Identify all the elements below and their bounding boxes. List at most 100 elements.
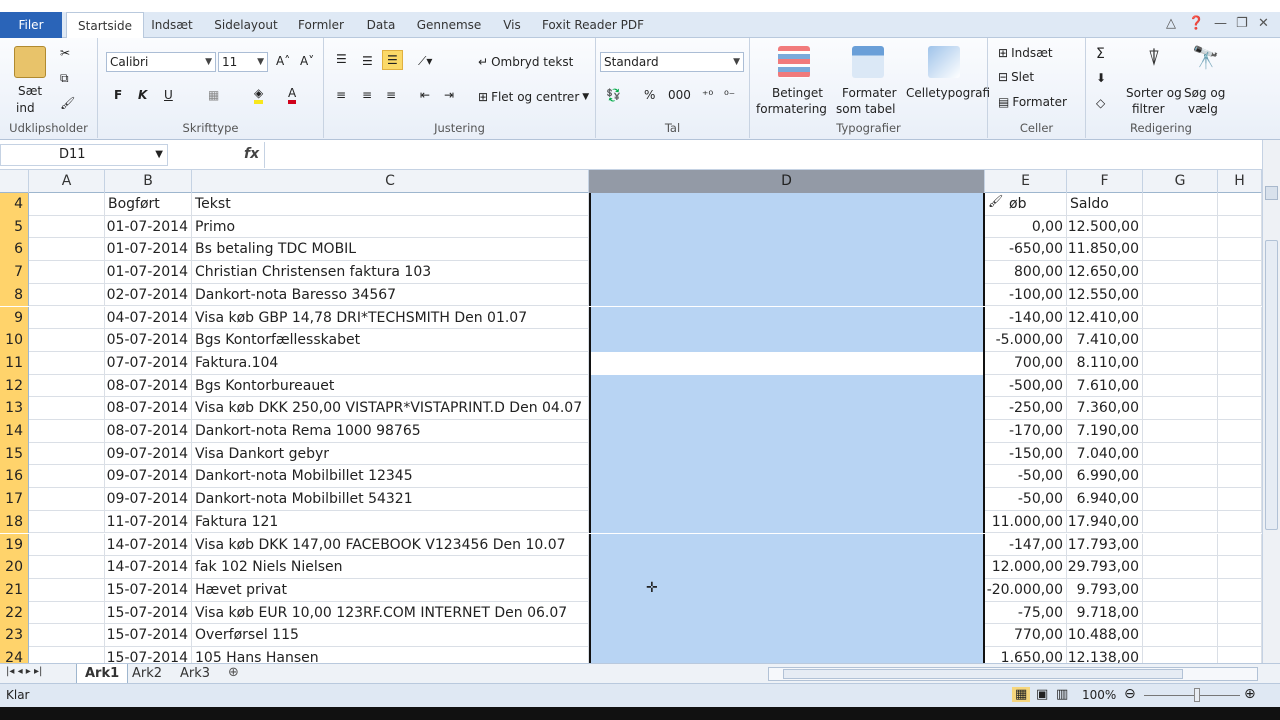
cell-e[interactable]: -50,00 xyxy=(985,465,1067,489)
cell-g[interactable] xyxy=(1143,442,1218,466)
cell-d[interactable] xyxy=(589,238,985,262)
shrink-font-icon[interactable]: A˅ xyxy=(300,54,314,68)
cell-b[interactable]: 01-07-2014 xyxy=(105,261,192,284)
find-select-icon[interactable]: 🔭 xyxy=(1190,46,1222,78)
cell-d[interactable] xyxy=(589,397,985,420)
cell-c[interactable]: Visa køb EUR 10,00 123RF.COM INTERNET De… xyxy=(192,601,589,625)
cell-d[interactable] xyxy=(589,351,985,375)
number-format-select[interactable]: Standard ▼ xyxy=(600,52,744,72)
row-header[interactable]: 23 xyxy=(0,624,29,647)
currency-icon[interactable]: 💱 xyxy=(606,88,621,102)
cell-d[interactable] xyxy=(589,374,985,398)
font-name-select[interactable]: Calibri ▼ xyxy=(106,52,216,72)
cell-b[interactable]: 05-07-2014 xyxy=(105,329,192,352)
row-header[interactable]: 14 xyxy=(0,420,29,443)
zoom-level[interactable]: 100% xyxy=(1082,688,1116,702)
cell-g[interactable] xyxy=(1143,510,1218,534)
cell-b[interactable]: Bogført xyxy=(105,193,192,216)
cell-e[interactable]: -150,00 xyxy=(985,442,1067,466)
cell-g[interactable] xyxy=(1143,578,1218,602)
cell-e[interactable]: -500,00 xyxy=(985,374,1067,398)
cell-g[interactable] xyxy=(1143,420,1218,443)
cell-h[interactable] xyxy=(1218,647,1262,663)
format-cells-button[interactable]: ▤ Formater xyxy=(998,95,1067,109)
cell-h[interactable] xyxy=(1218,488,1262,511)
zoom-slider-handle[interactable] xyxy=(1194,688,1200,702)
cut-icon[interactable]: ✂ xyxy=(60,46,70,60)
cell-f[interactable]: 7.190,00 xyxy=(1067,420,1143,443)
select-all-corner[interactable] xyxy=(0,170,29,193)
row-header[interactable]: 8 xyxy=(0,283,29,307)
cell-b[interactable]: 15-07-2014 xyxy=(105,601,192,625)
format-painter-icon[interactable]: 🖌 xyxy=(60,96,75,110)
italic-button[interactable]: K xyxy=(138,88,147,102)
cell-a[interactable] xyxy=(29,397,105,420)
cell-e[interactable]: -170,00 xyxy=(985,420,1067,443)
restore-icon[interactable]: ❐ xyxy=(1236,16,1248,31)
cell-e[interactable]: -650,00 xyxy=(985,238,1067,262)
cell-g[interactable] xyxy=(1143,556,1218,579)
zoom-in-icon[interactable]: ⊕ xyxy=(1244,686,1256,702)
cell-a[interactable] xyxy=(29,306,105,330)
cell-styles-icon[interactable] xyxy=(928,46,960,78)
cell-c[interactable]: Visa køb DKK 250,00 VISTAPR*VISTAPRINT.D… xyxy=(192,397,589,420)
cell-g[interactable] xyxy=(1143,329,1218,352)
formula-input[interactable] xyxy=(264,142,1260,168)
cell-f[interactable]: 7.360,00 xyxy=(1067,397,1143,420)
cell-c[interactable]: Bgs Kontorfællesskabet xyxy=(192,329,589,352)
tab-nav-icons[interactable]: |◂ ◂ ▸ ▸| xyxy=(6,666,42,677)
row-header[interactable]: 7 xyxy=(0,261,29,284)
cell-d[interactable] xyxy=(589,601,985,625)
cell-f[interactable]: 9.718,00 xyxy=(1067,601,1143,625)
tab-formler[interactable]: Formler xyxy=(292,12,350,38)
cell-c[interactable]: fak 102 Niels Nielsen xyxy=(192,556,589,579)
row-header[interactable]: 15 xyxy=(0,442,29,466)
cell-b[interactable]: 09-07-2014 xyxy=(105,488,192,511)
cell-e[interactable]: 700,00 xyxy=(985,351,1067,375)
cell-g[interactable] xyxy=(1143,624,1218,647)
cell-c[interactable]: Dankort-nota Rema 1000 98765 xyxy=(192,420,589,443)
col-header-c[interactable]: C xyxy=(192,170,589,193)
cell-h[interactable] xyxy=(1218,442,1262,466)
cell-g[interactable] xyxy=(1143,397,1218,420)
cell-h[interactable] xyxy=(1218,624,1262,647)
cell-c[interactable]: Bgs Kontorbureauet xyxy=(192,374,589,398)
cell-g[interactable] xyxy=(1143,601,1218,625)
sheet-tab-ark2[interactable]: Ark2 xyxy=(124,664,170,684)
cell-e[interactable]: 11.000,00 xyxy=(985,510,1067,534)
cell-f[interactable]: 12.138,00 xyxy=(1067,647,1143,663)
cell-b[interactable]: 08-07-2014 xyxy=(105,374,192,398)
increase-decimal-icon[interactable]: ⁺⁰ xyxy=(702,88,713,102)
paste-icon[interactable] xyxy=(14,46,46,78)
cell-d[interactable] xyxy=(589,533,985,557)
row-header[interactable]: 6 xyxy=(0,238,29,262)
row-header[interactable]: 13 xyxy=(0,397,29,420)
cell-h[interactable] xyxy=(1218,465,1262,489)
border-icon[interactable]: ▦ xyxy=(208,88,219,102)
cell-g[interactable] xyxy=(1143,374,1218,398)
row-header[interactable]: 9 xyxy=(0,306,29,330)
page-break-view-icon[interactable]: ▥ xyxy=(1056,687,1068,702)
col-header-d[interactable]: D xyxy=(589,170,985,193)
horizontal-scrollbar[interactable] xyxy=(768,667,1258,681)
cell-b[interactable]: 02-07-2014 xyxy=(105,283,192,307)
cell-d[interactable] xyxy=(589,261,985,284)
cell-f[interactable]: 10.488,00 xyxy=(1067,624,1143,647)
row-header[interactable]: 4 xyxy=(0,193,29,216)
cell-h[interactable] xyxy=(1218,261,1262,284)
copy-icon[interactable]: ⧉ xyxy=(60,71,69,86)
cell-b[interactable]: 14-07-2014 xyxy=(105,556,192,579)
cell-c[interactable]: Christian Christensen faktura 103 xyxy=(192,261,589,284)
cell-d[interactable] xyxy=(589,488,985,511)
normal-view-icon[interactable]: ▦ xyxy=(1012,687,1031,702)
decrease-decimal-icon[interactable]: ⁰⁻ xyxy=(724,88,735,102)
cell-f[interactable]: 12.500,00 xyxy=(1067,215,1143,239)
cell-g[interactable] xyxy=(1143,533,1218,557)
cell-e[interactable]: 1.650,00 xyxy=(985,647,1067,663)
autosum-button[interactable]: Σ xyxy=(1096,46,1105,62)
cell-g[interactable] xyxy=(1143,215,1218,239)
cell-d[interactable] xyxy=(589,329,985,352)
cell-a[interactable] xyxy=(29,261,105,284)
cell-h[interactable] xyxy=(1218,533,1262,557)
cell-f[interactable]: 17.793,00 xyxy=(1067,533,1143,557)
